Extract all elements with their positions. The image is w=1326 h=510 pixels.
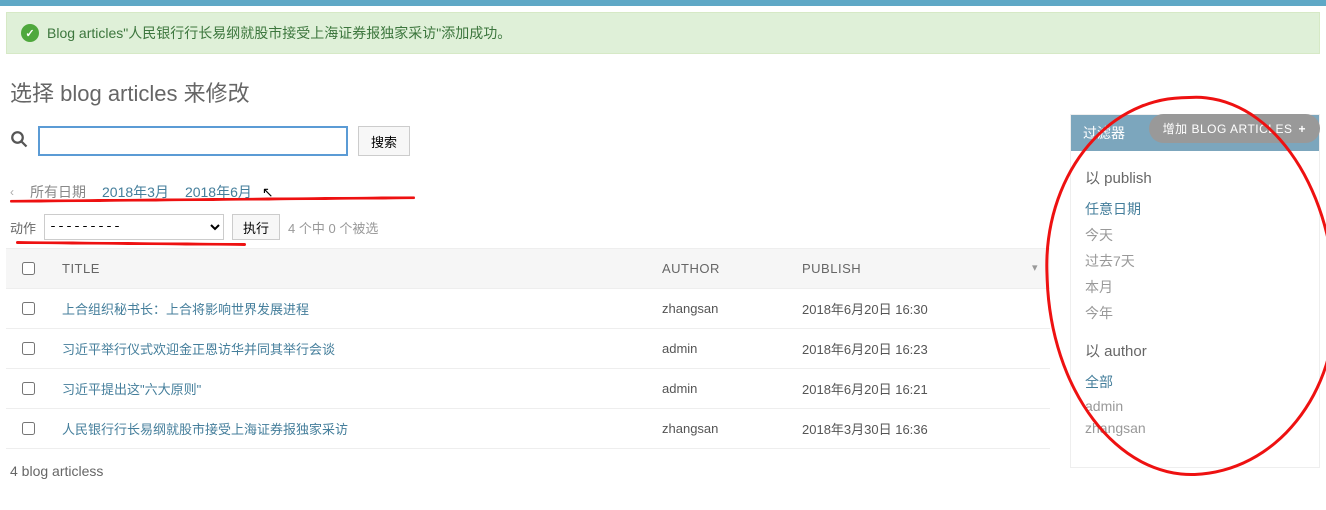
date-all[interactable]: 所有日期 (30, 182, 86, 202)
top-strip (0, 0, 1326, 6)
filter-item[interactable]: admin (1085, 395, 1305, 417)
filter-panel: 过滤器 以 publish 任意日期今天过去7天本月今年 以 author 全部… (1070, 114, 1320, 468)
filter-title-author: 以 author (1085, 340, 1305, 361)
th-publish-label: PUBLISH (802, 261, 861, 276)
success-prefix: Blog articles" (47, 25, 128, 41)
th-checkbox (6, 249, 50, 289)
table-row: 人民银行行长易纲就股市接受上海证券报独家采访 zhangsan2018年3月30日… (6, 409, 1050, 449)
row-author: zhangsan (650, 289, 790, 329)
select-all-checkbox[interactable] (22, 262, 35, 275)
date-link-1[interactable]: 2018年6月 (185, 182, 252, 202)
chevron-left-icon: ‹ (10, 185, 14, 199)
row-publish: 2018年6月20日 16:21 (790, 369, 1050, 409)
plus-icon: + (1298, 122, 1306, 136)
row-title-link[interactable]: 人民银行行长易纲就股市接受上海证券报独家采访 (62, 422, 348, 437)
success-text: Blog articles"人民银行行长易纲就股市接受上海证券报独家采访"添加成… (47, 23, 511, 43)
date-hierarchy: ‹ 所有日期 2018年3月 2018年6月 ↖ (10, 182, 1050, 202)
row-title-link[interactable]: 习近平提出这"六大原则" (62, 382, 201, 397)
date-link-0[interactable]: 2018年3月 (102, 182, 169, 202)
results-table: TITLE AUTHOR PUBLISH ▾ 上合组织秘书长：上合将影响世界发展… (6, 248, 1050, 449)
check-icon: ✓ (21, 24, 39, 42)
table-row: 上合组织秘书长：上合将影响世界发展进程 zhangsan2018年6月20日 16… (6, 289, 1050, 329)
selection-counter: 4 个中 0 个被选 (288, 218, 378, 237)
row-author: admin (650, 369, 790, 409)
row-checkbox[interactable] (22, 422, 35, 435)
filter-item[interactable]: 过去7天 (1085, 248, 1305, 274)
filter-title-publish: 以 publish (1085, 167, 1305, 188)
th-title[interactable]: TITLE (50, 249, 650, 289)
table-row: 习近平提出这"六大原则" admin2018年6月20日 16:21 (6, 369, 1050, 409)
filter-item[interactable]: zhangsan (1085, 417, 1305, 439)
search-icon (10, 130, 28, 153)
success-suffix: "添加成功。 (436, 25, 511, 41)
row-title-link[interactable]: 习近平举行仪式欢迎金正恩访华并同其举行会谈 (62, 342, 335, 357)
row-checkbox[interactable] (22, 342, 35, 355)
table-row: 习近平举行仪式欢迎金正恩访华并同其举行会谈 admin2018年6月20日 16:… (6, 329, 1050, 369)
add-button-label: 增加 BLOG ARTICLES (1163, 120, 1293, 137)
filter-item[interactable]: 今年 (1085, 300, 1305, 326)
search-input[interactable] (38, 126, 348, 156)
row-author: admin (650, 329, 790, 369)
row-publish: 2018年6月20日 16:23 (790, 329, 1050, 369)
success-message: ✓ Blog articles"人民银行行长易纲就股市接受上海证券报独家采访"添… (6, 12, 1320, 54)
filter-item[interactable]: 全部 (1085, 369, 1305, 395)
actions-select[interactable]: --------- (44, 214, 224, 240)
row-publish: 2018年3月30日 16:36 (790, 409, 1050, 449)
row-checkbox[interactable] (22, 302, 35, 315)
cursor-icon: ↖ (262, 184, 274, 201)
search-button[interactable]: 搜索 (358, 126, 410, 156)
th-publish[interactable]: PUBLISH ▾ (790, 249, 1050, 289)
filter-item[interactable]: 今天 (1085, 222, 1305, 248)
success-link[interactable]: 人民银行行长易纲就股市接受上海证券报独家采访 (128, 25, 436, 41)
paginator: 4 blog articless (6, 449, 1050, 493)
actions-row: 动作 --------- 执行 4 个中 0 个被选 (10, 214, 1050, 240)
th-author[interactable]: AUTHOR (650, 249, 790, 289)
go-button[interactable]: 执行 (232, 214, 280, 240)
actions-label: 动作 (10, 218, 36, 237)
row-title-link[interactable]: 上合组织秘书长：上合将影响世界发展进程 (62, 302, 309, 317)
add-button[interactable]: 增加 BLOG ARTICLES + (1149, 114, 1320, 143)
page-title: 选择 blog articles 来修改 (10, 76, 1050, 108)
row-author: zhangsan (650, 409, 790, 449)
row-checkbox[interactable] (22, 382, 35, 395)
sort-desc-icon: ▾ (1032, 261, 1038, 274)
filter-item[interactable]: 本月 (1085, 274, 1305, 300)
filter-item[interactable]: 任意日期 (1085, 196, 1305, 222)
row-publish: 2018年6月20日 16:30 (790, 289, 1050, 329)
search-row: 搜索 (10, 126, 1050, 156)
